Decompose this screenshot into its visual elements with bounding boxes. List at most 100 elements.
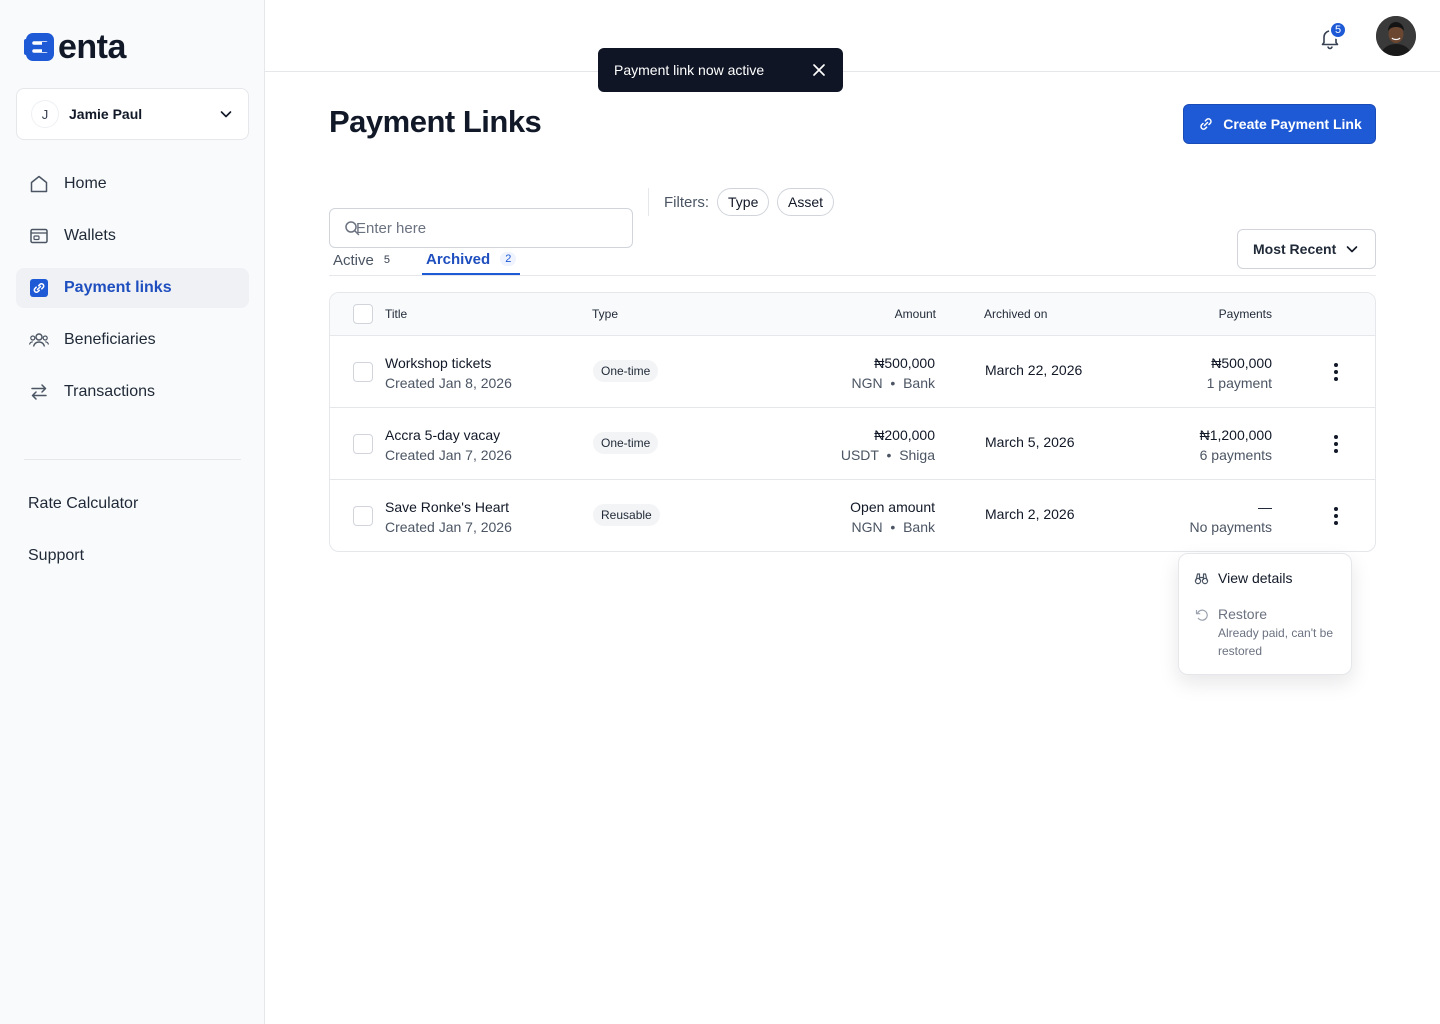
link-icon bbox=[30, 279, 48, 297]
tab-archived[interactable]: Archived 2 bbox=[422, 245, 521, 275]
row-actions-button[interactable] bbox=[1326, 432, 1346, 456]
row-payments-cell: — No payments bbox=[1190, 497, 1272, 537]
sort-dropdown[interactable]: Most Recent bbox=[1237, 229, 1376, 269]
row-checkbox[interactable] bbox=[353, 434, 373, 454]
row-created: Created Jan 7, 2026 bbox=[385, 447, 512, 463]
row-title-cell: Workshop tickets Created Jan 8, 2026 bbox=[385, 353, 512, 393]
col-payments: Payments bbox=[1218, 307, 1272, 321]
row-checkbox[interactable] bbox=[353, 506, 373, 526]
undo-icon bbox=[1195, 609, 1208, 621]
row-payments-count: No payments bbox=[1189, 519, 1272, 535]
row-amount-cell: ₦200,000 USDT • Shiga bbox=[841, 425, 935, 465]
nav-label: Payment links bbox=[64, 279, 172, 296]
toast-notification: Payment link now active bbox=[598, 48, 843, 92]
row-title-cell: Accra 5-day vacay Created Jan 7, 2026 bbox=[385, 425, 512, 465]
nav-item-payment-links[interactable]: Payment links bbox=[16, 268, 249, 308]
row-amount: Open amount bbox=[850, 499, 935, 515]
search-input[interactable] bbox=[356, 219, 606, 237]
account-switcher[interactable]: J Jamie Paul bbox=[16, 88, 249, 140]
row-currency: NGN bbox=[851, 519, 883, 535]
filter-chip-type[interactable]: Type bbox=[717, 188, 770, 216]
binoculars-icon bbox=[1194, 573, 1209, 585]
more-vertical-icon bbox=[1334, 363, 1338, 381]
row-payments-cell: ₦1,200,000 6 payments bbox=[1200, 425, 1272, 465]
row-method: Bank bbox=[903, 375, 935, 391]
more-vertical-icon bbox=[1334, 507, 1338, 525]
row-created: Created Jan 7, 2026 bbox=[385, 519, 512, 535]
select-all-checkbox[interactable] bbox=[353, 304, 373, 324]
row-amount: ₦500,000 bbox=[874, 355, 935, 371]
row-archived-date: March 5, 2026 bbox=[985, 434, 1075, 450]
more-vertical-icon bbox=[1334, 435, 1338, 453]
rate-calculator-link[interactable]: Rate Calculator bbox=[28, 495, 138, 513]
table-row[interactable]: Accra 5-day vacay Created Jan 7, 2026 On… bbox=[330, 408, 1375, 480]
row-currency-method: NGN • Bank bbox=[851, 375, 935, 391]
filters-label: Filters: bbox=[664, 194, 709, 211]
row-method: Bank bbox=[903, 519, 935, 535]
row-actions-button[interactable] bbox=[1326, 504, 1346, 528]
chevron-down-icon bbox=[220, 111, 232, 118]
nav-item-beneficiaries[interactable]: Beneficiaries bbox=[16, 320, 249, 360]
menu-view-details[interactable]: View details bbox=[1194, 570, 1292, 586]
sidebar-divider bbox=[24, 459, 241, 460]
col-title: Title bbox=[385, 307, 408, 321]
chevron-down-icon bbox=[1346, 246, 1358, 253]
row-archived-date: March 2, 2026 bbox=[985, 506, 1075, 522]
account-name: Jamie Paul bbox=[69, 106, 143, 122]
sort-label: Most Recent bbox=[1253, 241, 1337, 257]
row-title-cell: Save Ronke's Heart Created Jan 7, 2026 bbox=[385, 497, 512, 537]
row-title: Save Ronke's Heart bbox=[385, 499, 510, 515]
col-amount: Amount bbox=[894, 307, 936, 321]
avatar-photo-icon bbox=[1376, 16, 1416, 56]
support-link[interactable]: Support bbox=[28, 547, 84, 565]
menu-item-note: Already paid, can't be restored bbox=[1218, 626, 1334, 658]
filter-chip-asset[interactable]: Asset bbox=[777, 188, 835, 216]
row-actions-button[interactable] bbox=[1326, 360, 1346, 384]
tab-label: Archived bbox=[426, 250, 491, 268]
close-icon[interactable] bbox=[811, 62, 827, 78]
menu-item-label: View details bbox=[1218, 570, 1293, 586]
create-payment-link-button[interactable]: Create Payment Link bbox=[1183, 104, 1376, 144]
tab-label: Active bbox=[333, 251, 374, 269]
row-payments-total: ₦500,000 bbox=[1211, 355, 1272, 371]
enta-logo-icon bbox=[24, 33, 54, 61]
row-payments-count: 1 payment bbox=[1206, 375, 1272, 391]
table-row[interactable]: Save Ronke's Heart Created Jan 7, 2026 R… bbox=[330, 480, 1375, 551]
topbar bbox=[265, 0, 1440, 72]
home-icon bbox=[30, 175, 48, 193]
type-badge: One-time bbox=[593, 360, 659, 382]
nav-item-wallets[interactable]: Wallets bbox=[16, 216, 249, 256]
brand-logo[interactable]: enta bbox=[24, 30, 126, 64]
wallet-icon bbox=[30, 228, 48, 244]
nav-label: Beneficiaries bbox=[64, 331, 156, 348]
link-icon bbox=[1200, 118, 1212, 130]
nav-item-home[interactable]: Home bbox=[16, 164, 249, 204]
row-checkbox[interactable] bbox=[353, 362, 373, 382]
row-currency-method: NGN • Bank bbox=[851, 519, 935, 535]
menu-restore[interactable]: Restore Already paid, can't be restored bbox=[1194, 606, 1343, 660]
type-badge: Reusable bbox=[593, 504, 660, 526]
nav-item-transactions[interactable]: Transactions bbox=[16, 372, 249, 412]
row-amount-cell: ₦500,000 NGN • Bank bbox=[851, 353, 935, 393]
row-archived-date: March 22, 2026 bbox=[985, 362, 1083, 378]
row-amount-cell: Open amount NGN • Bank bbox=[850, 497, 935, 537]
row-currency-method: USDT • Shiga bbox=[840, 447, 935, 463]
type-badge: One-time bbox=[593, 432, 659, 454]
col-archived-on: Archived on bbox=[984, 307, 1048, 321]
row-title: Workshop tickets bbox=[385, 355, 492, 371]
tab-active[interactable]: Active 5 bbox=[333, 245, 390, 275]
users-icon bbox=[28, 333, 50, 347]
tab-count: 2 bbox=[500, 252, 517, 266]
tab-count: 5 bbox=[383, 254, 390, 266]
page-title: Payment Links bbox=[329, 104, 542, 139]
user-avatar[interactable] bbox=[1376, 16, 1416, 56]
row-title: Accra 5-day vacay bbox=[385, 427, 501, 443]
create-button-label: Create Payment Link bbox=[1223, 116, 1362, 132]
transfer-arrows-icon bbox=[31, 384, 47, 400]
account-initial: J bbox=[31, 100, 59, 128]
row-currency: NGN bbox=[851, 375, 883, 391]
search-box[interactable] bbox=[329, 208, 633, 248]
tabs-underline bbox=[329, 275, 1376, 276]
row-created: Created Jan 8, 2026 bbox=[385, 375, 512, 391]
table-row[interactable]: Workshop tickets Created Jan 8, 2026 One… bbox=[330, 336, 1375, 408]
